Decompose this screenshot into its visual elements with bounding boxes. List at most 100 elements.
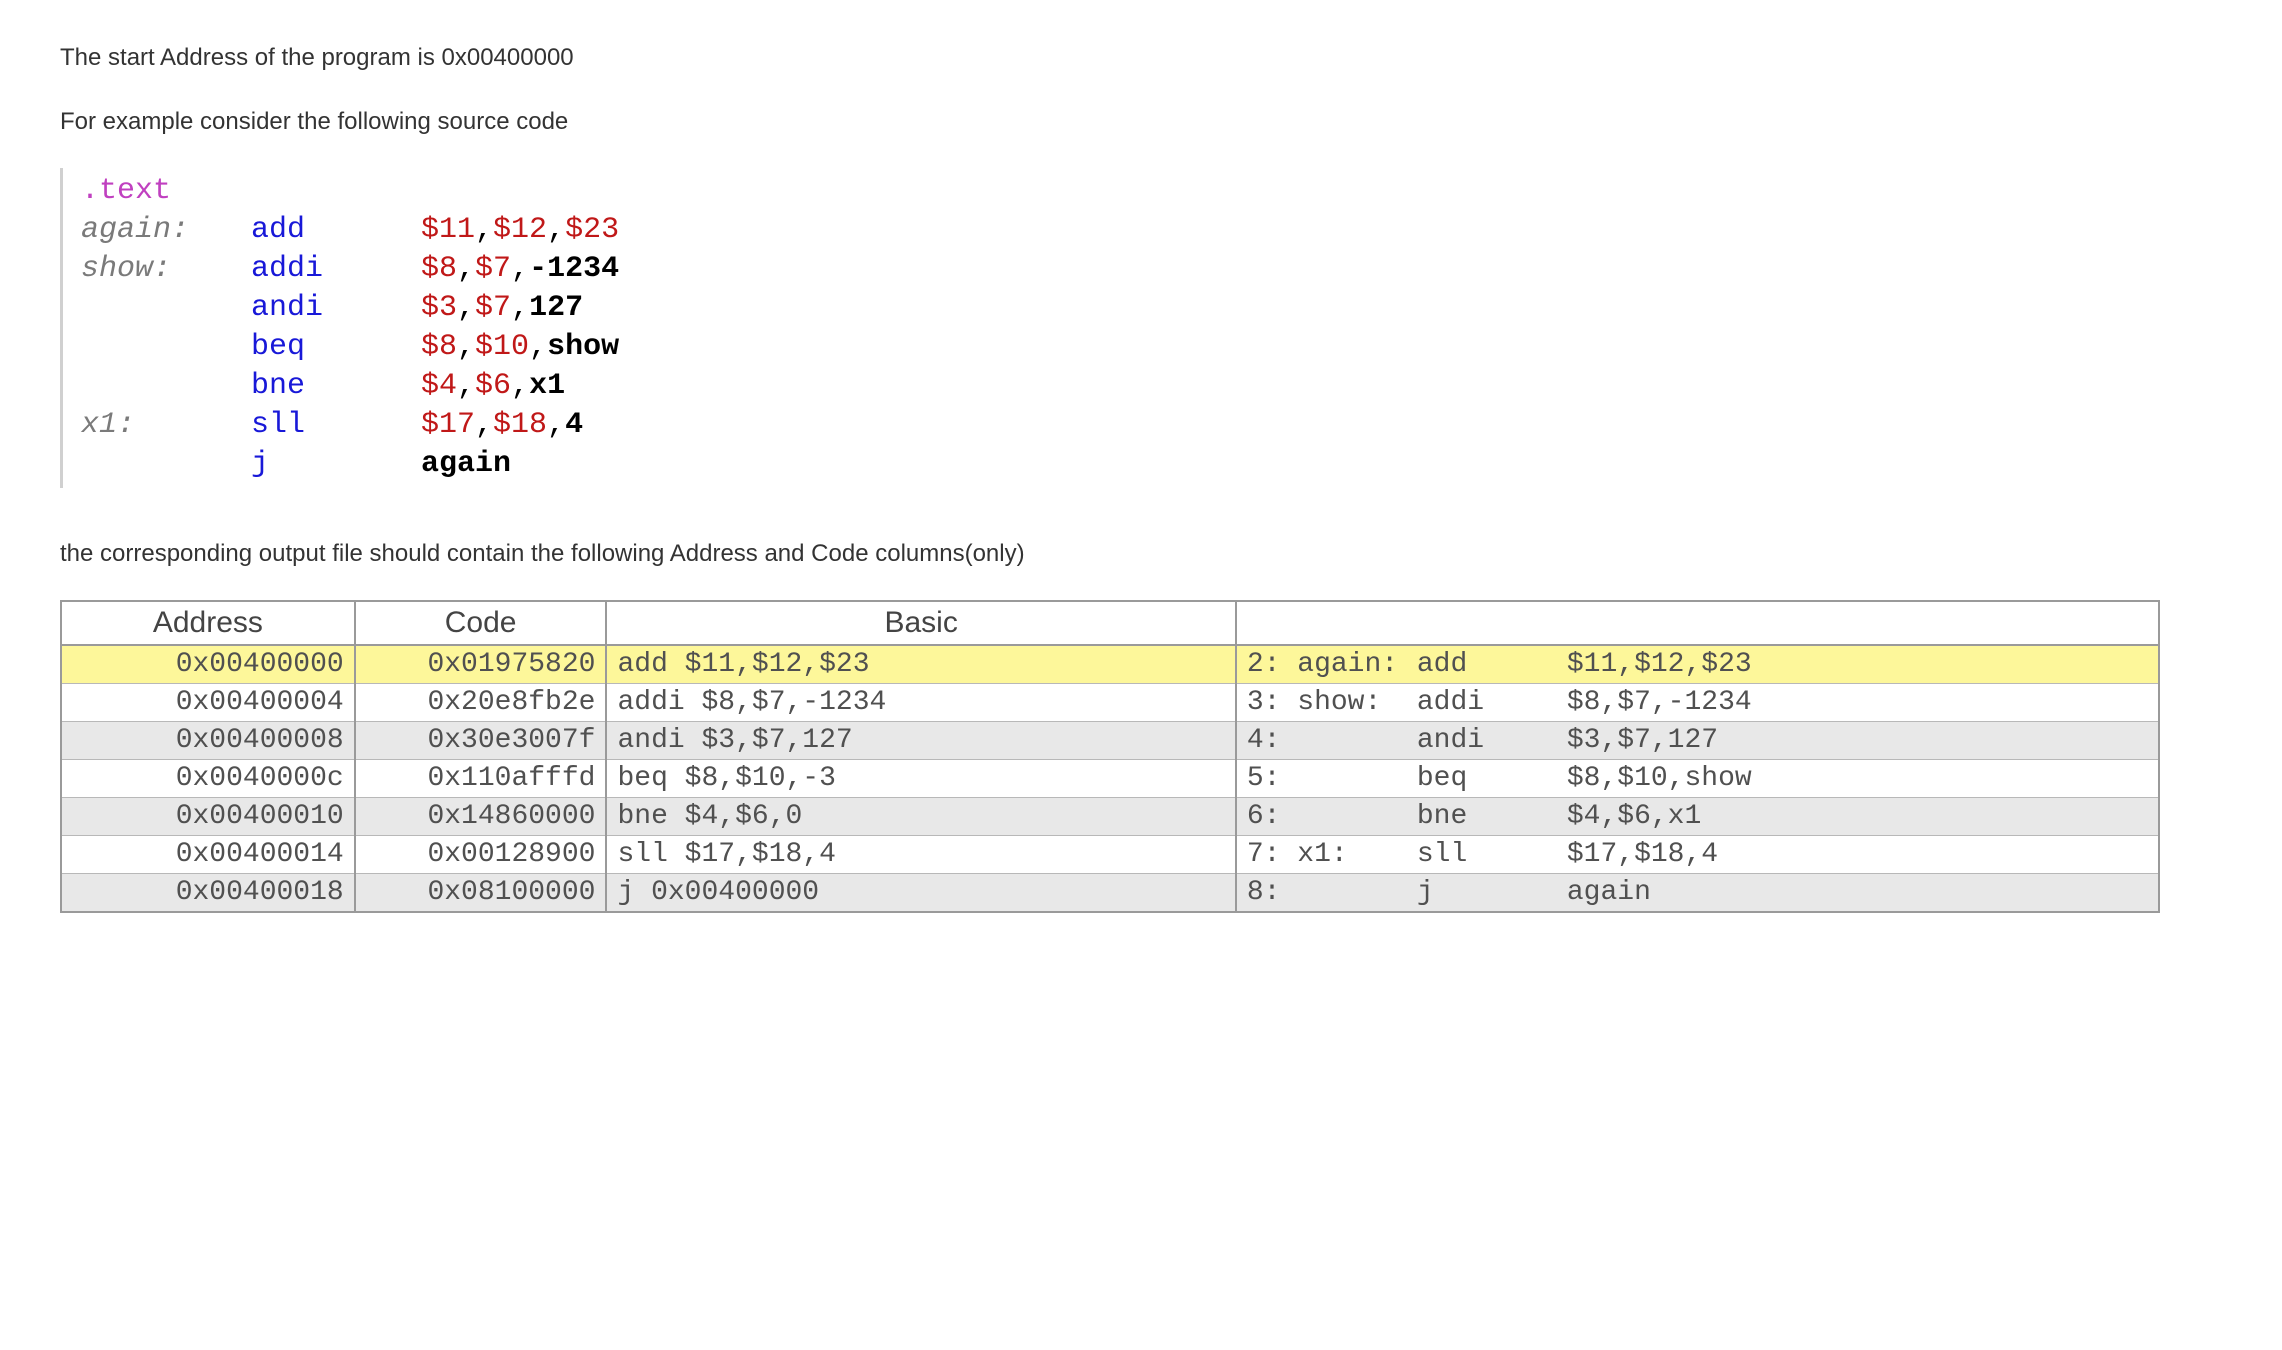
cell-code: 0x110afffd [355, 760, 607, 798]
asm-comma: , [547, 406, 565, 445]
source-line: jagain [81, 445, 2160, 484]
asm-instruction: add [251, 211, 421, 250]
source-line: bne$4,$6,x1 [81, 367, 2160, 406]
asm-target-label: show [547, 328, 619, 367]
cell-source: 6:bne$4,$6,x1 [1236, 798, 2159, 836]
src-args: $8,$10,show [1567, 763, 2148, 794]
src-line-num: 7: x1: [1247, 839, 1417, 870]
cell-source: 5:beq$8,$10,show [1236, 760, 2159, 798]
asm-comma: , [475, 211, 493, 250]
src-args: $8,$7,-1234 [1567, 687, 2148, 718]
cell-address: 0x00400018 [61, 874, 355, 913]
col-header-source [1236, 601, 2159, 645]
src-args: $17,$18,4 [1567, 839, 2148, 870]
table-row: 0x004000180x08100000j 0x004000008:jagain [61, 874, 2159, 913]
src-inst: andi [1417, 725, 1567, 756]
table-row: 0x004000100x14860000bne $4,$6,06:bne$4,$… [61, 798, 2159, 836]
asm-args: $4,$6,x1 [421, 367, 565, 406]
src-line-num: 3: show: [1247, 687, 1417, 718]
asm-instruction: j [251, 445, 421, 484]
source-line: x1:sll$17,$18,4 [81, 406, 2160, 445]
asm-args: $8,$10,show [421, 328, 619, 367]
src-args: again [1567, 877, 2148, 908]
asm-label [81, 328, 251, 367]
cell-basic: beq $8,$10,-3 [606, 760, 1235, 798]
src-inst: j [1417, 877, 1567, 908]
source-line: again:add$11,$12,$23 [81, 211, 2160, 250]
asm-register: $6 [475, 367, 511, 406]
asm-register: $12 [493, 211, 547, 250]
document-page: The start Address of the program is 0x00… [0, 0, 2220, 973]
asm-comma: , [457, 328, 475, 367]
cell-address: 0x00400004 [61, 684, 355, 722]
src-args: $11,$12,$23 [1567, 649, 2148, 680]
asm-register: $23 [565, 211, 619, 250]
asm-comma: , [511, 250, 529, 289]
mips-output-table: Address Code Basic 0x004000000x01975820a… [60, 600, 2160, 913]
asm-label [81, 289, 251, 328]
source-code-block: .text again:add$11,$12,$23show:addi$8,$7… [60, 168, 2160, 488]
intro-text-1: The start Address of the program is 0x00… [60, 40, 2160, 76]
asm-immediate: -1234 [529, 250, 619, 289]
src-line-num: 2: again: [1247, 649, 1417, 680]
src-line-num: 5: [1247, 763, 1417, 794]
cell-code: 0x01975820 [355, 645, 607, 684]
src-inst: add [1417, 649, 1567, 680]
table-row: 0x004000140x00128900sll $17,$18,47: x1:s… [61, 836, 2159, 874]
cell-address: 0x00400000 [61, 645, 355, 684]
asm-label: show: [81, 250, 251, 289]
asm-register: $7 [475, 250, 511, 289]
src-args: $3,$7,127 [1567, 725, 2148, 756]
cell-source: 8:jagain [1236, 874, 2159, 913]
asm-comma: , [529, 328, 547, 367]
cell-source: 7: x1:sll$17,$18,4 [1236, 836, 2159, 874]
asm-comma: , [457, 367, 475, 406]
src-inst: bne [1417, 801, 1567, 832]
table-row: 0x004000000x01975820 add $11,$12,$23 2: ag… [61, 645, 2159, 684]
asm-label [81, 367, 251, 406]
cell-source: 4:andi$3,$7,127 [1236, 722, 2159, 760]
asm-comma: , [457, 289, 475, 328]
asm-instruction: bne [251, 367, 421, 406]
cell-basic: sll $17,$18,4 [606, 836, 1235, 874]
cell-basic: bne $4,$6,0 [606, 798, 1235, 836]
asm-register: $10 [475, 328, 529, 367]
src-inst: sll [1417, 839, 1567, 870]
cell-address: 0x00400008 [61, 722, 355, 760]
source-line: show:addi$8,$7,-1234 [81, 250, 2160, 289]
asm-args: $8,$7,-1234 [421, 250, 619, 289]
src-line-num: 8: [1247, 877, 1417, 908]
asm-register: $8 [421, 328, 457, 367]
cell-code: 0x14860000 [355, 798, 607, 836]
asm-register: $4 [421, 367, 457, 406]
asm-label: again: [81, 211, 251, 250]
table-header-row: Address Code Basic [61, 601, 2159, 645]
asm-comma: , [511, 289, 529, 328]
src-inst: addi [1417, 687, 1567, 718]
asm-register: $18 [493, 406, 547, 445]
asm-comma: , [547, 211, 565, 250]
cell-code: 0x30e3007f [355, 722, 607, 760]
cell-address: 0x0040000c [61, 760, 355, 798]
cell-address: 0x00400014 [61, 836, 355, 874]
asm-args: again [421, 445, 511, 484]
cell-code: 0x00128900 [355, 836, 607, 874]
cell-address: 0x00400010 [61, 798, 355, 836]
asm-register: $17 [421, 406, 475, 445]
cell-basic: addi $8,$7,-1234 [606, 684, 1235, 722]
asm-label: x1: [81, 406, 251, 445]
asm-comma: , [457, 250, 475, 289]
table-row: 0x004000080x30e3007fandi $3,$7,1274:andi… [61, 722, 2159, 760]
asm-register: $3 [421, 289, 457, 328]
asm-comma: , [475, 406, 493, 445]
asm-target-label: again [421, 445, 511, 484]
asm-instruction: beq [251, 328, 421, 367]
cell-basic: andi $3,$7,127 [606, 722, 1235, 760]
cell-code: 0x20e8fb2e [355, 684, 607, 722]
asm-register: $11 [421, 211, 475, 250]
source-line: andi$3,$7,127 [81, 289, 2160, 328]
asm-instruction: addi [251, 250, 421, 289]
col-header-code: Code [355, 601, 607, 645]
source-line: beq$8,$10,show [81, 328, 2160, 367]
asm-register: $7 [475, 289, 511, 328]
